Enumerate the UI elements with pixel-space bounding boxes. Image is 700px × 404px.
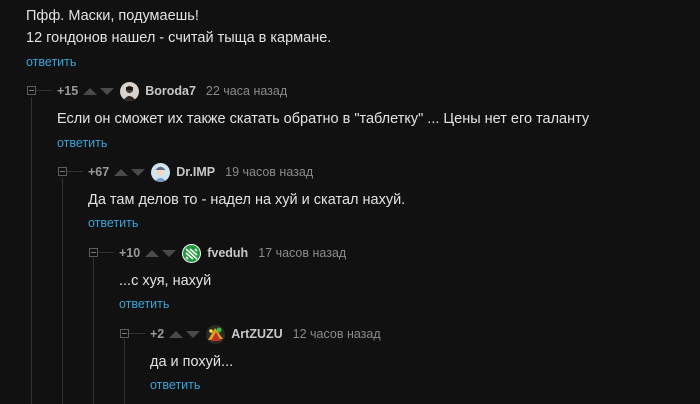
parent-comment-line-1: Пфф. Маски, подумаешь! <box>26 8 199 24</box>
upvote-icon[interactable] <box>169 330 184 338</box>
green-logo-avatar-icon[interactable] <box>182 243 202 263</box>
comment-header: +10 fveduh 17 часов назад <box>119 242 346 264</box>
comment-rating: +15 <box>57 84 79 98</box>
comment-thread: Пфф. Маски, подумаешь! 12 гондонов нашел… <box>0 0 700 404</box>
comment-time[interactable]: 22 часа назад <box>206 84 287 98</box>
thread-line[interactable] <box>93 258 94 404</box>
comment-rating: +2 <box>150 327 165 341</box>
collapse-button[interactable] <box>89 248 98 257</box>
upvote-icon[interactable] <box>114 168 129 176</box>
upvote-icon[interactable] <box>145 249 160 257</box>
comment-time[interactable]: 19 часов назад <box>225 165 313 179</box>
cartoon-avatar-icon[interactable] <box>151 162 171 182</box>
thread-connector <box>36 90 52 91</box>
comment-author[interactable]: fveduh <box>207 246 248 260</box>
downvote-icon[interactable] <box>162 249 177 257</box>
comment-time[interactable]: 12 часов назад <box>293 327 381 341</box>
parent-reply-link[interactable]: ответить <box>26 55 76 69</box>
comment-text: Да там делов то - надел на хуй и скатал … <box>88 192 406 208</box>
comment-text: ...с хуя, нахуй <box>119 273 212 289</box>
reply-link[interactable]: ответить <box>119 297 169 311</box>
comment-text: да и похуй... <box>150 354 234 370</box>
user-photo-icon[interactable] <box>120 81 140 101</box>
collapse-button[interactable] <box>27 86 36 95</box>
colorful-avatar-icon[interactable] <box>206 324 226 344</box>
comment-author[interactable]: Dr.IMP <box>176 165 215 179</box>
comment-rating: +67 <box>88 165 110 179</box>
comment-author[interactable]: ArtZUZU <box>231 327 282 341</box>
comment-header: +67 Dr.IMP 19 часов назад <box>88 161 313 183</box>
comment-author[interactable]: Boroda7 <box>145 84 196 98</box>
comment-rating: +10 <box>119 246 141 260</box>
thread-connector <box>67 171 83 172</box>
comment-text: Если он сможет их также скатать обратно … <box>57 111 590 127</box>
downvote-icon[interactable] <box>100 87 115 95</box>
comment-header: +2 ArtZUZU 12 часов назад <box>150 323 381 345</box>
thread-connector <box>129 333 145 334</box>
downvote-icon[interactable] <box>186 330 201 338</box>
thread-line[interactable] <box>124 339 125 404</box>
reply-link[interactable]: ответить <box>57 136 107 150</box>
thread-line[interactable] <box>31 97 32 404</box>
collapse-button[interactable] <box>120 329 129 338</box>
comment-time[interactable]: 17 часов назад <box>258 246 346 260</box>
reply-link[interactable]: ответить <box>88 216 138 230</box>
parent-comment-line-2: 12 гондонов нашел - считай тыща в карман… <box>26 30 332 46</box>
thread-line[interactable] <box>62 178 63 404</box>
reply-link[interactable]: ответить <box>150 378 200 392</box>
upvote-icon[interactable] <box>83 87 98 95</box>
thread-connector <box>98 252 114 253</box>
downvote-icon[interactable] <box>131 168 146 176</box>
collapse-button[interactable] <box>58 167 67 176</box>
comment-header: +15 Boroda7 22 часа назад <box>57 80 287 102</box>
